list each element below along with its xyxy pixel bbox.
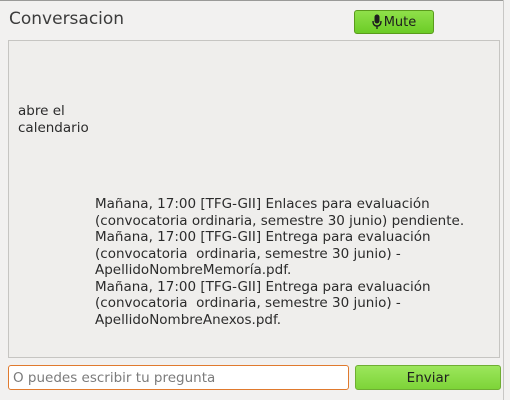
window-top-border xyxy=(0,0,503,1)
conversation-panel[interactable]: abre el calendario Mañana, 17:00 [TFG-GI… xyxy=(8,40,500,358)
assistant-message: Mañana, 17:00 [TFG-GII] Enlaces para eva… xyxy=(95,196,495,328)
input-row: Enviar xyxy=(8,364,501,390)
assistant-message-line: (convocatoria ordinaria, semestre 30 jun… xyxy=(95,212,465,229)
user-message-text: abre el calendario xyxy=(18,103,89,136)
window-right-border xyxy=(503,0,504,400)
page-title: Conversacion xyxy=(9,9,125,29)
assistant-message-line: Mañana, 17:00 [TFG-GII] Enlaces para eva… xyxy=(95,196,430,212)
assistant-message-line: Mañana, 17:00 [TFG-GII] Entrega para eva… xyxy=(95,229,431,245)
send-button[interactable]: Enviar xyxy=(355,365,501,390)
assistant-message-line: (convocatoria ordinaria, semestre 30 jun… xyxy=(95,245,401,262)
mute-button[interactable]: Mute xyxy=(354,10,434,34)
assistant-message-line: Mañana, 17:00 [TFG-GII] Entrega para eva… xyxy=(95,278,431,295)
user-message: abre el calendario xyxy=(18,103,108,137)
assistant-message-line: ApellidoNombreAnexos.pdf. xyxy=(95,311,282,328)
header: Conversacion Mute xyxy=(0,6,503,36)
send-button-label: Enviar xyxy=(406,369,450,386)
question-input[interactable] xyxy=(8,365,349,390)
mute-button-label: Mute xyxy=(383,14,417,30)
microphone-icon xyxy=(372,14,382,30)
assistant-message-line: ApellidoNombreMemoría.pdf. xyxy=(95,262,292,278)
assistant-message-line: (convocatoria ordinaria, semestre 30 jun… xyxy=(95,295,401,311)
